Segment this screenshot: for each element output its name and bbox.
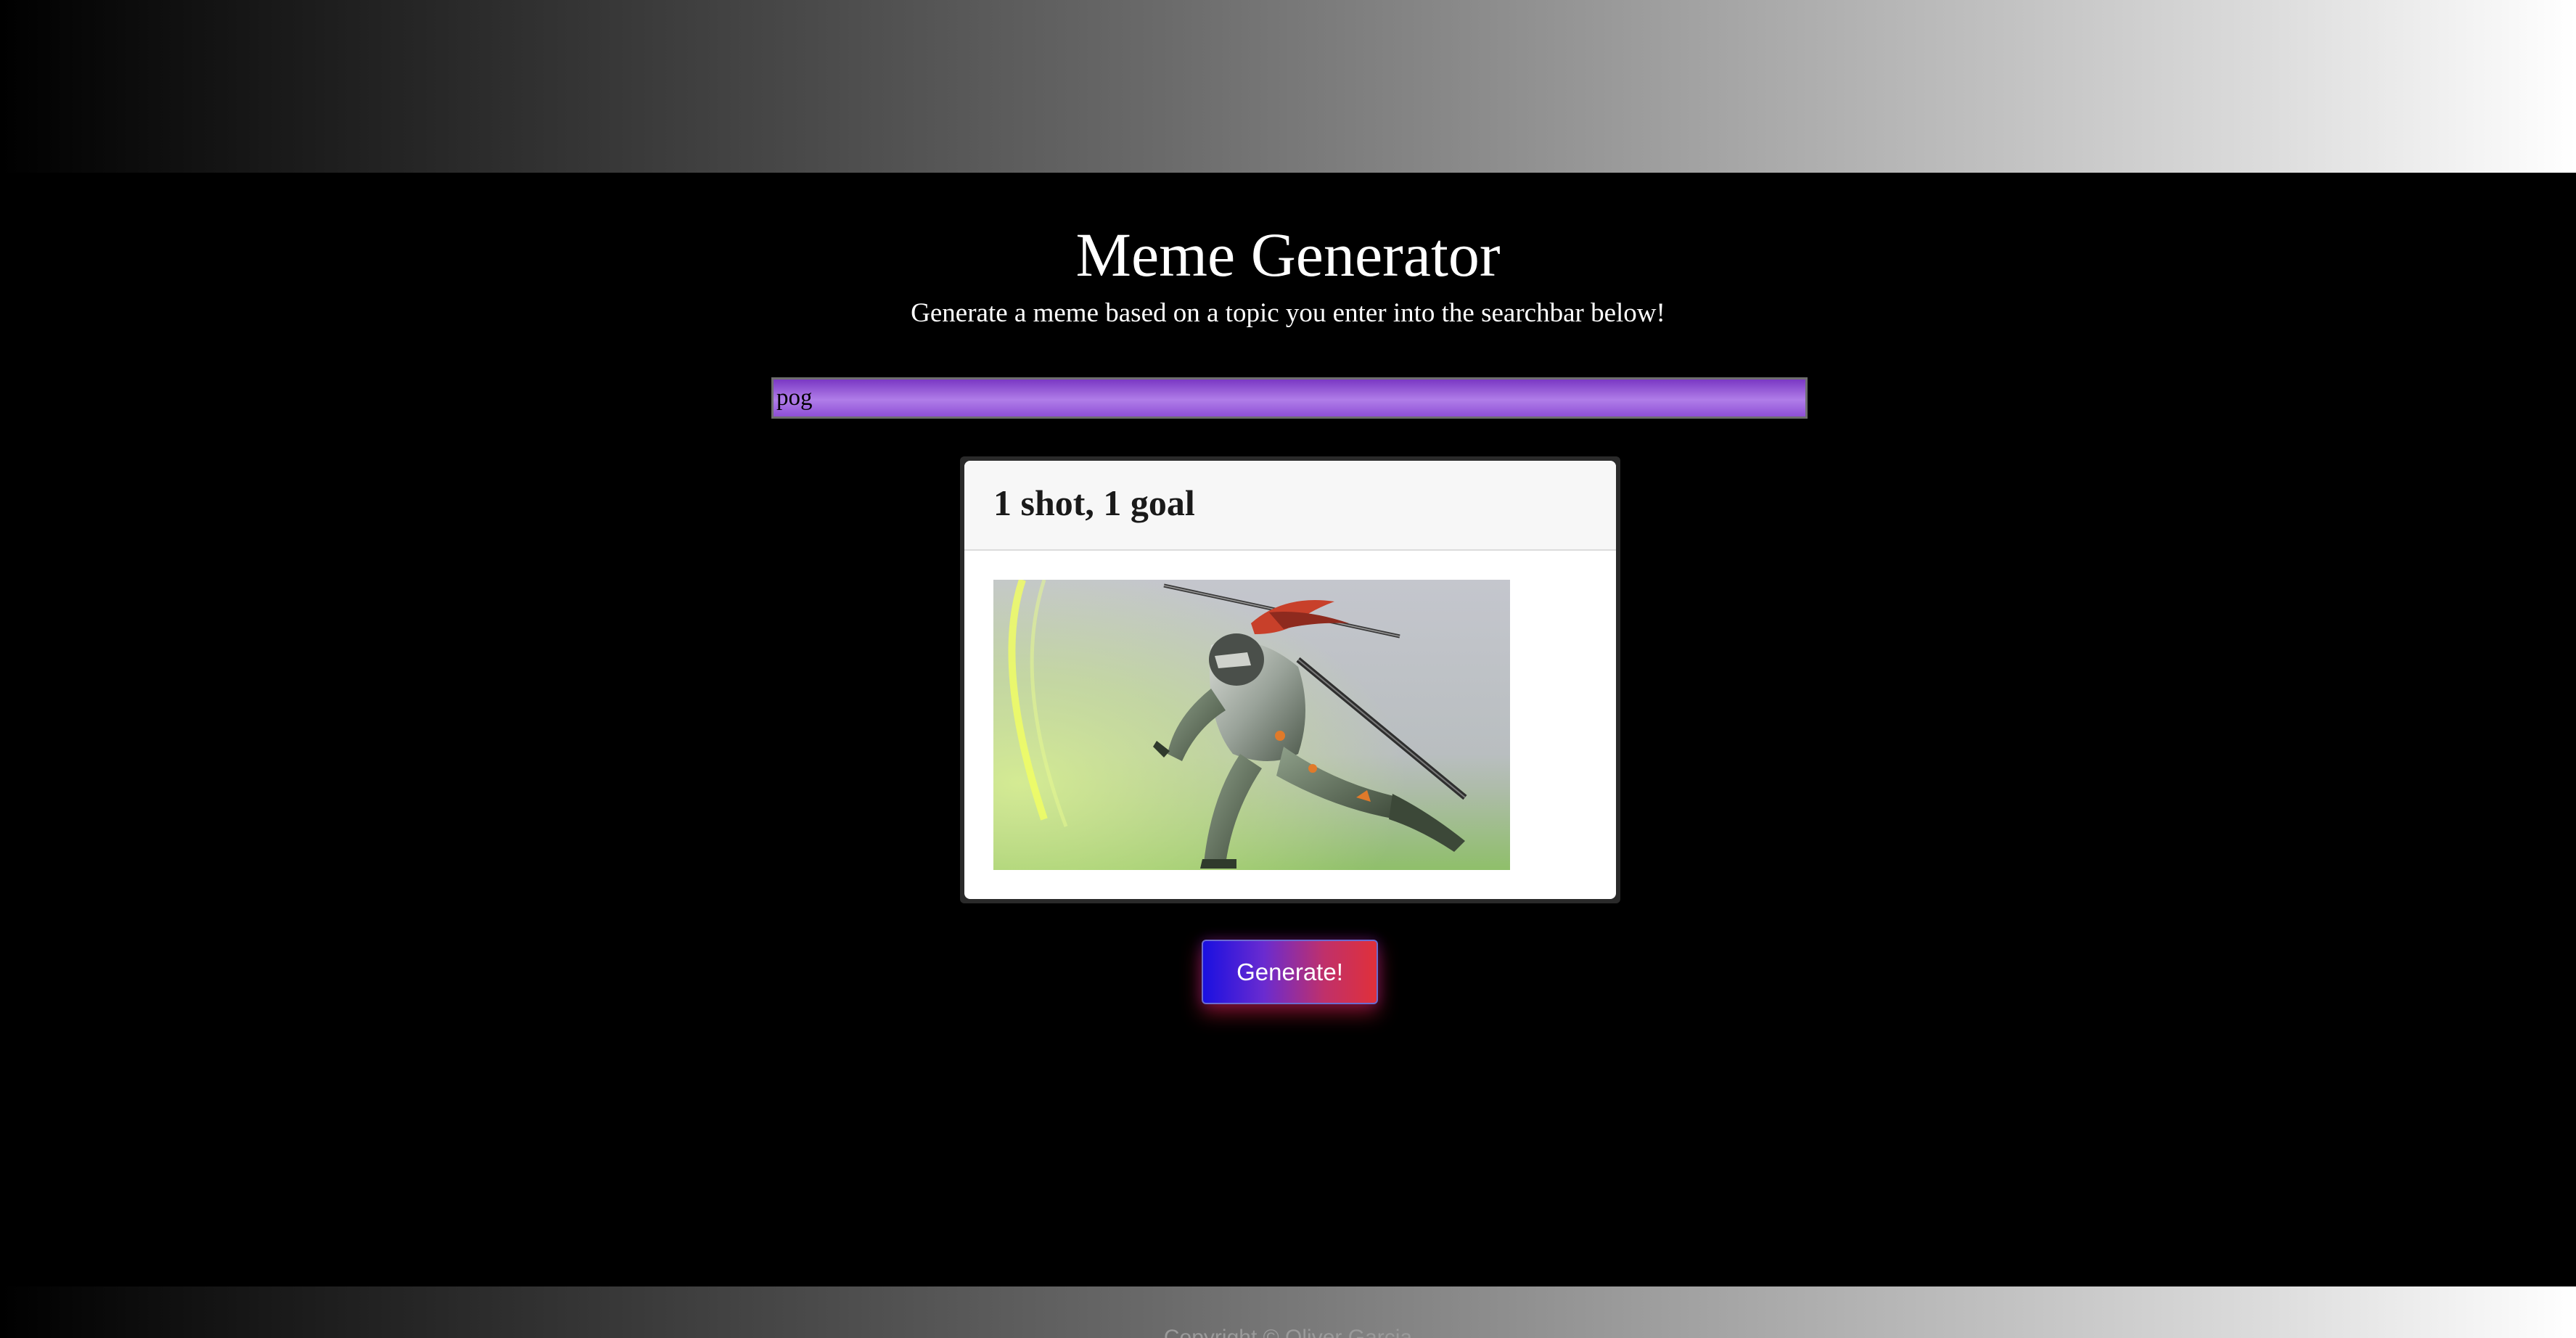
generate-button[interactable]: Generate! <box>1202 940 1378 1004</box>
footer-copyright: Copyright © Oliver Garcia <box>1163 1326 1413 1338</box>
meme-card-frame: 1 shot, 1 goal <box>960 456 1620 903</box>
page-title: Meme Generator <box>1075 220 1501 290</box>
footer: Copyright © Oliver Garcia <box>0 1286 2576 1338</box>
main-content: Meme Generator Generate a meme based on … <box>0 173 2576 1286</box>
meme-image <box>993 580 1510 870</box>
top-banner <box>0 0 2576 173</box>
meme-title: 1 shot, 1 goal <box>993 483 1195 523</box>
topic-search-input[interactable] <box>771 377 1808 419</box>
page-subtitle: Generate a meme based on a topic you ent… <box>911 298 1665 328</box>
meme-card: 1 shot, 1 goal <box>964 461 1616 899</box>
meme-card-header: 1 shot, 1 goal <box>964 461 1616 551</box>
